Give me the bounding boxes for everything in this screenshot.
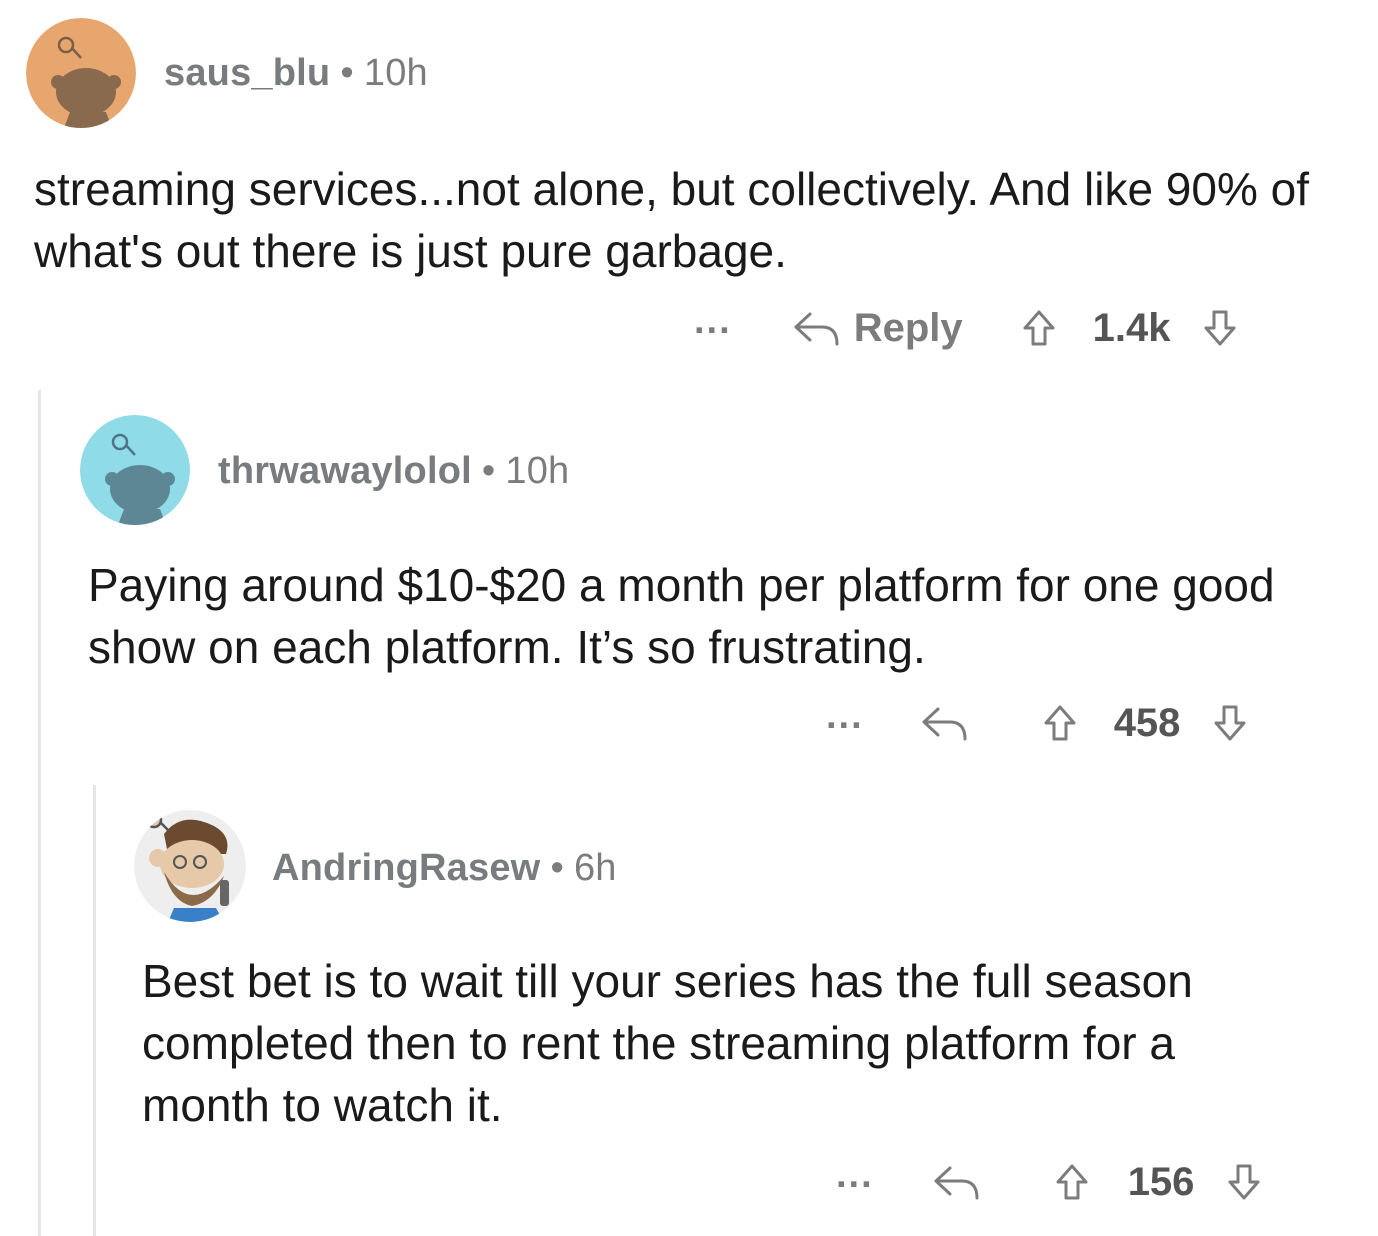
- comment-body: Paying around $10-$20 a month per platfo…: [88, 559, 1275, 673]
- comment-actions: ... 458: [826, 693, 1248, 753]
- user-avatar[interactable]: [80, 415, 190, 525]
- more-options-button[interactable]: ...: [826, 697, 864, 740]
- comment-meta: AndringRasew • 6h: [272, 847, 617, 890]
- timestamp[interactable]: 10h: [364, 52, 428, 94]
- reddit-snoo-avatar-icon: [26, 18, 136, 128]
- meta-separator: •: [481, 450, 496, 492]
- more-options-button[interactable]: ...: [694, 302, 732, 345]
- more-options-button[interactable]: ...: [836, 1156, 874, 1199]
- upvote-arrow-icon[interactable]: [1054, 1162, 1090, 1202]
- reddit-snoo-avatar-icon: [134, 810, 246, 922]
- timestamp[interactable]: 10h: [505, 450, 569, 492]
- meta-separator: •: [340, 52, 354, 94]
- comment-meta: thrwawaylolol • 10h: [218, 450, 569, 493]
- downvote-arrow-icon[interactable]: [1226, 1162, 1262, 1202]
- downvote-arrow-icon[interactable]: [1202, 308, 1238, 348]
- reply-arrow-icon[interactable]: [920, 703, 970, 743]
- vote-score: 1.4k: [1092, 305, 1171, 350]
- vote-score: 156: [1127, 1159, 1195, 1204]
- upvote-arrow-icon[interactable]: [1042, 703, 1078, 743]
- comment-meta: saus_blu • 10h: [164, 52, 428, 95]
- comment-body: Best bet is to wait till your series has…: [142, 955, 1193, 1131]
- comment-body: streaming services...not alone, but coll…: [34, 163, 1310, 277]
- reply-button[interactable]: Reply: [792, 306, 963, 351]
- reply-arrow-icon: [792, 308, 842, 348]
- comment-actions: ... Reply 1.4k: [694, 298, 1238, 358]
- vote-score: 458: [1113, 700, 1181, 745]
- comment-actions: ... 156: [836, 1152, 1262, 1212]
- username-link[interactable]: saus_blu: [164, 52, 330, 94]
- downvote-arrow-icon[interactable]: [1212, 703, 1248, 743]
- reply-label: Reply: [853, 305, 963, 350]
- reply-arrow-icon[interactable]: [932, 1162, 982, 1202]
- user-avatar[interactable]: [26, 18, 136, 128]
- timestamp[interactable]: 6h: [574, 847, 617, 889]
- reddit-snoo-avatar-icon: [80, 415, 190, 525]
- user-avatar[interactable]: [134, 810, 246, 922]
- upvote-arrow-icon[interactable]: [1021, 308, 1057, 348]
- username-link[interactable]: thrwawaylolol: [218, 450, 472, 492]
- thread-line-level-2[interactable]: [93, 785, 96, 1236]
- username-link[interactable]: AndringRasew: [272, 847, 540, 889]
- thread-line-level-1[interactable]: [38, 390, 41, 1236]
- meta-separator: •: [550, 847, 564, 889]
